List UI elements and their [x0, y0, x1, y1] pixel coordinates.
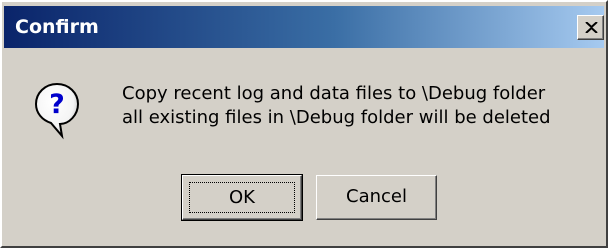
cancel-button[interactable]: Cancel	[316, 175, 437, 220]
close-icon	[585, 22, 598, 33]
confirm-dialog: Confirm ? Copy recent log and data files…	[0, 0, 608, 248]
svg-text:?: ?	[49, 89, 65, 120]
message-line-1: Copy recent log and data files to \Debug…	[122, 83, 546, 104]
ok-button[interactable]: OK	[181, 174, 303, 221]
title-bar[interactable]: Confirm	[4, 6, 604, 48]
message-line-2: all existing files in \Debug folder will…	[122, 107, 551, 128]
question-icon: ?	[34, 82, 80, 140]
dialog-title: Confirm	[15, 16, 99, 38]
close-button[interactable]	[577, 15, 604, 40]
ok-button-label: OK	[189, 182, 295, 213]
message-text: Copy recent log and data files to \Debug…	[122, 82, 551, 130]
